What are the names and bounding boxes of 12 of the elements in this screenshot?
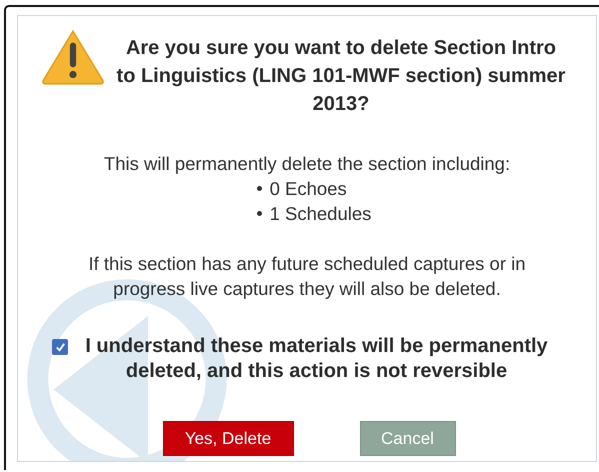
- list-item: 1 Schedules: [270, 202, 372, 226]
- checkbox[interactable]: [52, 339, 68, 355]
- checkmark-icon: [54, 342, 66, 352]
- bullet-icon: [256, 211, 262, 216]
- dialog-title: Are you sure you want to delete Section Intro to Linguistics (LING 101-MWF section) summer 2013?: [116, 36, 566, 117]
- warning-text: If this section has any future scheduled captures or in progress live captures they will also be deleted.: [87, 252, 527, 301]
- bullet-icon: [256, 186, 262, 191]
- intro-text: This will permanently delete the section including:: [104, 154, 510, 174]
- list-item: 0 Echoes: [270, 177, 347, 201]
- checkbox-label: I understand these materials will be permanently deleted, and this action is not reversible: [84, 334, 549, 384]
- delete-button[interactable]: Yes, Delete: [162, 421, 294, 456]
- warning-icon: [40, 28, 106, 86]
